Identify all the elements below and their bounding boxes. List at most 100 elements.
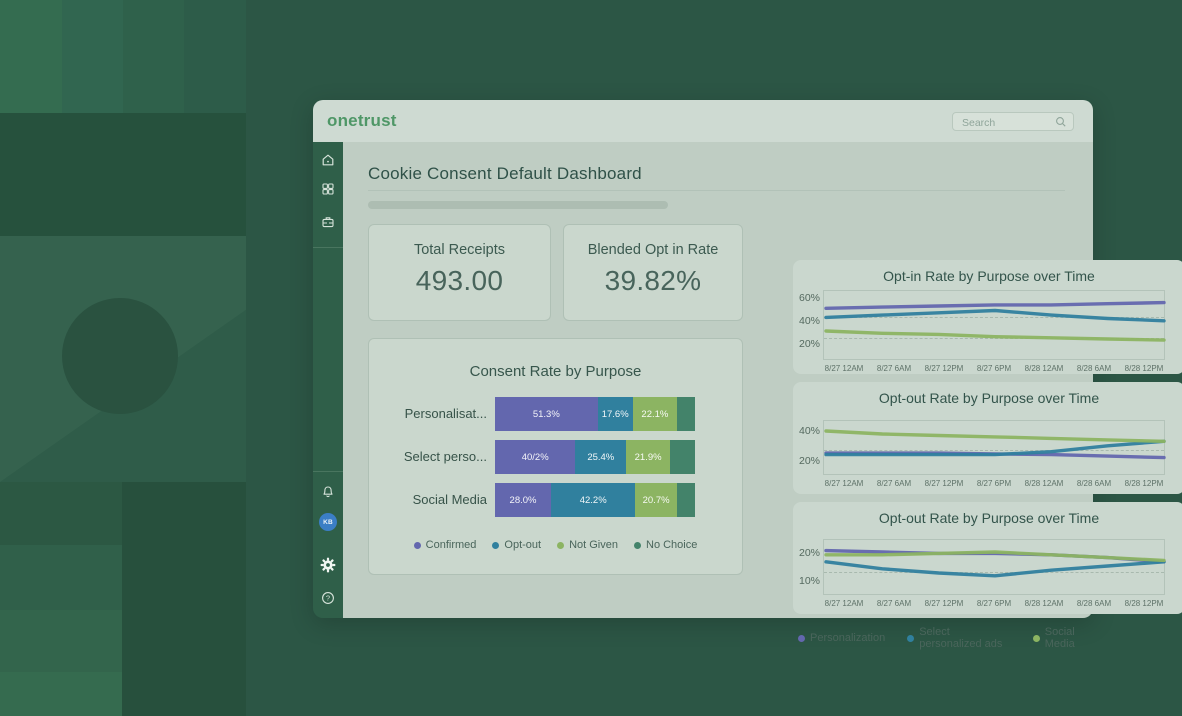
bg-circle <box>62 298 178 414</box>
search-icon <box>1055 116 1067 128</box>
legend-item: Confirmed <box>414 539 477 551</box>
page-title: Cookie Consent Default Dashboard <box>368 164 642 184</box>
main-content: Cookie Consent Default Dashboard Total R… <box>343 142 1093 618</box>
avatar-initials: KB <box>323 519 333 526</box>
series-line <box>826 303 1164 309</box>
kpi-value: 493.00 <box>369 265 550 297</box>
bg-strip <box>0 610 122 672</box>
legend-item: Not Given <box>557 539 618 551</box>
y-axis-tick: 20% <box>788 455 820 467</box>
legend-dot-icon <box>1033 635 1040 642</box>
legend-dot-icon <box>557 542 564 549</box>
x-axis-tick: 8/27 6PM <box>969 364 1019 373</box>
kpi-label: Blended Opt in Rate <box>564 242 742 258</box>
legend-label: Confirmed <box>426 539 477 551</box>
bar-row-label: Social Media <box>369 492 487 507</box>
avatar[interactable]: KB <box>319 513 337 531</box>
stacked-bar: 28.0%42.2%20.7% <box>495 483 695 517</box>
bg-band <box>122 482 246 716</box>
bar-segment: 21.9% <box>626 440 670 474</box>
bg-strip <box>0 545 122 610</box>
x-axis-tick: 8/27 6AM <box>869 364 919 373</box>
y-axis-tick: 10% <box>788 575 820 587</box>
legend-item: Social Media <box>1033 626 1093 650</box>
x-axis-tick: 8/27 6PM <box>969 479 1019 488</box>
legend-label: Select personalized ads <box>919 626 1011 650</box>
x-axis-tick: 8/28 12AM <box>1019 364 1069 373</box>
line-chart: 40%20% <box>823 420 1165 475</box>
x-axis-tick: 8/28 12PM <box>1119 479 1169 488</box>
bg-strip <box>62 0 123 113</box>
legend-dot-icon <box>414 542 421 549</box>
x-axis-tick: 8/27 12PM <box>919 364 969 373</box>
y-axis-tick: 20% <box>788 547 820 559</box>
x-axis-tick: 8/28 6AM <box>1069 599 1119 608</box>
x-axis-tick: 8/27 12AM <box>819 479 869 488</box>
chart-title: Opt-out Rate by Purpose over Time <box>793 510 1182 526</box>
help-icon[interactable]: ? <box>321 591 335 605</box>
line-chart: 20%10% <box>823 539 1165 595</box>
apps-grid-icon[interactable] <box>321 182 335 196</box>
chart-title: Consent Rate by Purpose <box>369 363 742 380</box>
series-line <box>826 331 1164 340</box>
legend-label: Personalization <box>810 632 885 644</box>
y-axis-tick: 60% <box>788 292 820 304</box>
line-chart-canvas <box>824 291 1166 361</box>
bar-segment <box>670 440 695 474</box>
legend-label: No Choice <box>646 539 697 551</box>
x-axis-tick: 8/27 12PM <box>919 599 969 608</box>
opt-out-rate-card-2: Opt-out Rate by Purpose over Time 20%10%… <box>793 502 1182 614</box>
x-axis-tick: 8/28 12AM <box>1019 599 1069 608</box>
y-axis-tick: 40% <box>788 425 820 437</box>
bg-strip <box>184 0 246 113</box>
briefcase-icon[interactable] <box>321 215 335 229</box>
bg-strip <box>0 672 122 716</box>
kpi-label: Total Receipts <box>369 242 550 258</box>
legend-label: Not Given <box>569 539 618 551</box>
bar-row-label: Personalisat... <box>369 406 487 421</box>
line-chart: 60%40%20% <box>823 290 1165 360</box>
legend-dot-icon <box>492 542 499 549</box>
series-line <box>826 562 1164 576</box>
x-axis-tick: 8/28 12PM <box>1119 364 1169 373</box>
y-axis-tick: 40% <box>788 315 820 327</box>
onetrust-logo: onetrust <box>327 111 397 131</box>
sidebar: KB ? <box>313 142 343 618</box>
bar-segment: 20.7% <box>635 483 676 517</box>
line-chart-canvas <box>824 540 1166 596</box>
line-chart-canvas <box>824 421 1166 476</box>
x-axis-tick: 8/28 6AM <box>1069 479 1119 488</box>
opt-in-rate-card: Opt-in Rate by Purpose over Time 60%40%2… <box>793 260 1182 374</box>
stacked-bar: 40/2%25.4%21.9% <box>495 440 695 474</box>
x-axis-tick: 8/27 6AM <box>869 479 919 488</box>
topbar: onetrust <box>313 100 1093 142</box>
sidebar-divider <box>313 471 343 472</box>
svg-text:?: ? <box>326 594 330 603</box>
title-divider <box>368 190 1065 191</box>
search-box[interactable] <box>952 112 1074 131</box>
series-line <box>826 431 1164 441</box>
bg-band <box>0 236 246 482</box>
app-window: onetrust <box>313 100 1093 618</box>
loading-skeleton-bar <box>368 201 668 209</box>
home-icon[interactable] <box>321 153 335 167</box>
bar-row-label: Select perso... <box>369 449 487 464</box>
legend-item: Opt-out <box>492 539 541 551</box>
gear-icon[interactable] <box>320 557 336 573</box>
bar-segment <box>677 397 695 431</box>
bg-strip <box>0 0 62 113</box>
bar-segment <box>677 483 695 517</box>
x-axis-tick: 8/27 12AM <box>819 364 869 373</box>
x-axis-labels: 8/27 12AM8/27 6AM8/27 12PM8/27 6PM8/28 1… <box>819 599 1169 608</box>
kpi-value: 39.82% <box>564 265 742 297</box>
legend-dot-icon <box>907 635 914 642</box>
legend-item: No Choice <box>634 539 697 551</box>
bar-row: Social Media 28.0%42.2%20.7% <box>369 483 742 517</box>
x-axis-labels: 8/27 12AM8/27 6AM8/27 12PM8/27 6PM8/28 1… <box>819 479 1169 488</box>
bar-segment: 17.6% <box>598 397 633 431</box>
bell-icon[interactable] <box>321 485 335 499</box>
stacked-bar: 51.3%17.6%22.1% <box>495 397 695 431</box>
bar-row: Personalisat... 51.3%17.6%22.1% <box>369 397 742 431</box>
legend-label: Opt-out <box>504 539 541 551</box>
legend-dot-icon <box>634 542 641 549</box>
